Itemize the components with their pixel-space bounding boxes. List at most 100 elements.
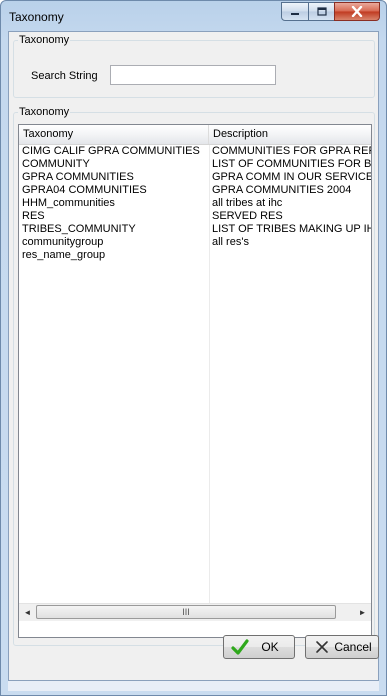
table-row[interactable]: res_name_group <box>19 249 371 262</box>
column-header-taxonomy[interactable]: Taxonomy <box>19 125 209 144</box>
cancel-button[interactable]: Cancel <box>305 635 379 659</box>
description-cell <box>209 327 371 340</box>
table-row[interactable]: GPRA04 COMMUNITIES GPRA COMMUNITIES 2004 <box>19 184 371 197</box>
taxonomy-cell <box>19 288 209 301</box>
description-cell <box>209 509 371 522</box>
table-row[interactable]: COMMUNITY LIST OF COMMUNITIES FOR B( <box>19 158 371 171</box>
table-row[interactable] <box>19 314 371 327</box>
taxonomy-cell <box>19 353 209 366</box>
table-row[interactable] <box>19 483 371 496</box>
table-row[interactable] <box>19 327 371 340</box>
horizontal-scrollbar[interactable]: ◄ III ► <box>19 603 371 621</box>
grid-header: Taxonomy Description <box>19 125 371 145</box>
minimize-button[interactable] <box>281 2 309 21</box>
table-row[interactable] <box>19 301 371 314</box>
description-cell <box>209 522 371 535</box>
taxonomy-cell <box>19 379 209 392</box>
search-input[interactable] <box>110 65 276 85</box>
minimize-icon <box>291 12 299 15</box>
taxonomy-cell: GPRA04 COMMUNITIES <box>22 184 147 196</box>
ok-button[interactable]: OK <box>223 635 295 659</box>
table-row[interactable] <box>19 288 371 301</box>
x-icon <box>312 640 332 654</box>
description-cell <box>209 379 371 392</box>
taxonomy-cell <box>19 574 209 587</box>
taxonomy-cell <box>19 314 209 327</box>
taxonomy-cell: CIMG CALIF GPRA COMMUNITIES <box>22 145 200 157</box>
close-icon <box>351 6 363 17</box>
taxonomy-cell <box>19 548 209 561</box>
description-cell <box>209 392 371 405</box>
taxonomy-cell <box>19 535 209 548</box>
table-row[interactable] <box>19 379 371 392</box>
taxonomy-cell <box>19 522 209 535</box>
taxonomy-cell <box>19 405 209 418</box>
taxonomy-cell <box>19 470 209 483</box>
title-bar[interactable]: Taxonomy <box>1 1 386 31</box>
taxonomy-cell <box>19 483 209 496</box>
description-cell: GPRA COMM IN OUR SERVICE <box>212 171 371 183</box>
table-row[interactable] <box>19 444 371 457</box>
table-row[interactable] <box>19 275 371 288</box>
table-row[interactable] <box>19 340 371 353</box>
table-row[interactable] <box>19 431 371 444</box>
taxonomy-cell: COMMUNITY <box>22 158 90 170</box>
close-button[interactable] <box>334 2 380 21</box>
table-row[interactable] <box>19 457 371 470</box>
table-row[interactable] <box>19 522 371 535</box>
table-row[interactable]: GPRA COMMUNITIES GPRA COMM IN OUR SERVICE <box>19 171 371 184</box>
table-row[interactable] <box>19 366 371 379</box>
table-row[interactable] <box>19 353 371 366</box>
description-cell <box>209 431 371 444</box>
taxonomy-cell: communitygroup <box>22 236 104 248</box>
description-cell <box>209 288 371 301</box>
description-cell <box>209 587 371 600</box>
taxonomy-cell <box>19 509 209 522</box>
taxonomy-cell <box>19 392 209 405</box>
column-header-description[interactable]: Description <box>209 125 371 144</box>
table-row[interactable] <box>19 496 371 509</box>
window-title: Taxonomy <box>9 10 64 24</box>
table-row[interactable]: RES SERVED RES <box>19 210 371 223</box>
table-row[interactable] <box>19 405 371 418</box>
table-row[interactable] <box>19 535 371 548</box>
taxonomy-cell: HHM_communities <box>22 197 115 209</box>
description-cell <box>209 418 371 431</box>
checkmark-icon <box>230 639 250 655</box>
description-cell <box>209 301 371 314</box>
description-cell <box>209 483 371 496</box>
taxonomy-grid[interactable]: Taxonomy Description CIMG CALIF GPRA COM… <box>18 124 372 638</box>
description-cell: LIST OF COMMUNITIES FOR B( <box>212 158 371 170</box>
table-row[interactable] <box>19 587 371 600</box>
description-cell <box>209 457 371 470</box>
table-row[interactable] <box>19 470 371 483</box>
table-row[interactable] <box>19 509 371 522</box>
description-cell <box>209 535 371 548</box>
table-row[interactable] <box>19 392 371 405</box>
table-row[interactable]: TRIBES_COMMUNITY LIST OF TRIBES MAKING UP… <box>19 223 371 236</box>
description-cell: LIST OF TRIBES MAKING UP IH <box>212 223 371 235</box>
table-row[interactable]: HHM_communities all tribes at ihc <box>19 197 371 210</box>
scrollbar-thumb[interactable]: III <box>36 605 336 619</box>
table-row[interactable]: communitygroup all res's <box>19 236 371 249</box>
taxonomy-cell <box>19 561 209 574</box>
scroll-left-arrow-icon[interactable]: ◄ <box>19 604 36 621</box>
table-row[interactable] <box>19 418 371 431</box>
description-cell <box>209 353 371 366</box>
table-row[interactable] <box>19 548 371 561</box>
table-row[interactable]: CIMG CALIF GPRA COMMUNITIES COMMUNITIES F… <box>19 145 371 158</box>
taxonomy-cell <box>19 327 209 340</box>
dialog-window: Taxonomy Taxonomy Search String Taxonomy <box>0 0 387 696</box>
taxonomy-cell: RES <box>22 210 45 222</box>
taxonomy-cell <box>19 366 209 379</box>
scroll-right-arrow-icon[interactable]: ► <box>354 604 371 621</box>
description-cell <box>209 470 371 483</box>
search-group-legend: Taxonomy <box>19 34 70 46</box>
description-cell: all res's <box>212 236 249 248</box>
table-row[interactable] <box>19 574 371 587</box>
table-row[interactable] <box>19 262 371 275</box>
taxonomy-cell: TRIBES_COMMUNITY <box>22 223 136 235</box>
description-cell: SERVED RES <box>212 210 283 222</box>
maximize-button[interactable] <box>308 2 335 21</box>
table-row[interactable] <box>19 561 371 574</box>
